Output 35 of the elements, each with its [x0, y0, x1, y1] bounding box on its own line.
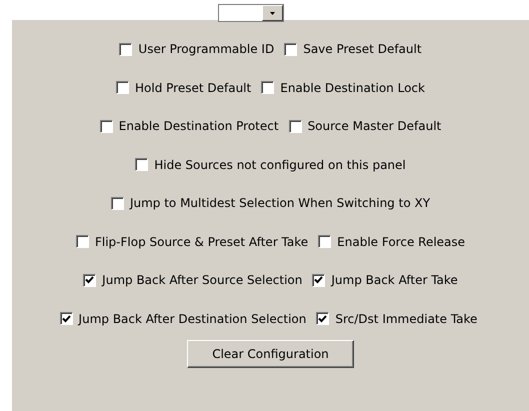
check-icon [62, 314, 71, 323]
checkbox[interactable] [135, 158, 148, 172]
checkbox[interactable] [261, 81, 274, 94]
clear-configuration-button[interactable]: Clear Configuration [187, 340, 354, 368]
checkbox-option[interactable]: Jump to Multidest Selection When Switching to XY [110, 194, 430, 212]
checkbox-option[interactable]: Hide Sources not configured on this panel [135, 156, 406, 174]
checkbox-option[interactable]: Hold Preset Default [116, 78, 252, 97]
checkbox[interactable] [312, 274, 326, 287]
checkbox-option[interactable]: Save Preset Default [284, 40, 422, 58]
checkbox-option[interactable]: Enable Destination Protect [100, 117, 279, 136]
checkbox-option[interactable]: Jump Back After Take [312, 271, 458, 290]
checkbox[interactable] [110, 196, 124, 210]
checkbox[interactable] [318, 235, 332, 248]
check-icon [318, 314, 328, 323]
check-icon [314, 276, 324, 284]
checkbox[interactable] [119, 42, 132, 56]
checkbox-option[interactable]: Enable Force Release [318, 232, 466, 251]
dropdown-field[interactable] [218, 4, 284, 22]
checkbox[interactable] [116, 81, 130, 94]
checkbox-option[interactable]: Enable Destination Lock [261, 78, 425, 97]
check-icon [85, 276, 94, 284]
dropdown-arrow-icon [270, 12, 274, 14]
checkbox-option[interactable]: Flip-Flop Source & Preset After Take [76, 232, 308, 251]
checkbox[interactable] [100, 120, 113, 133]
checkbox[interactable] [83, 274, 96, 287]
checkbox-option[interactable]: Jump Back After Source Selection [83, 271, 302, 290]
checkbox[interactable] [316, 312, 330, 326]
checkbox[interactable] [284, 42, 298, 56]
checkbox-option[interactable]: Src/Dst Immediate Take [316, 310, 478, 328]
checkbox-option[interactable]: Jump Back After Destination Selection [60, 310, 306, 328]
checkbox-option[interactable]: Source Master Default [288, 117, 442, 136]
checkbox[interactable] [76, 235, 89, 248]
checkbox-option[interactable]: User Programmable ID [119, 40, 274, 58]
checkbox[interactable] [60, 312, 73, 326]
checkbox[interactable] [288, 120, 302, 133]
